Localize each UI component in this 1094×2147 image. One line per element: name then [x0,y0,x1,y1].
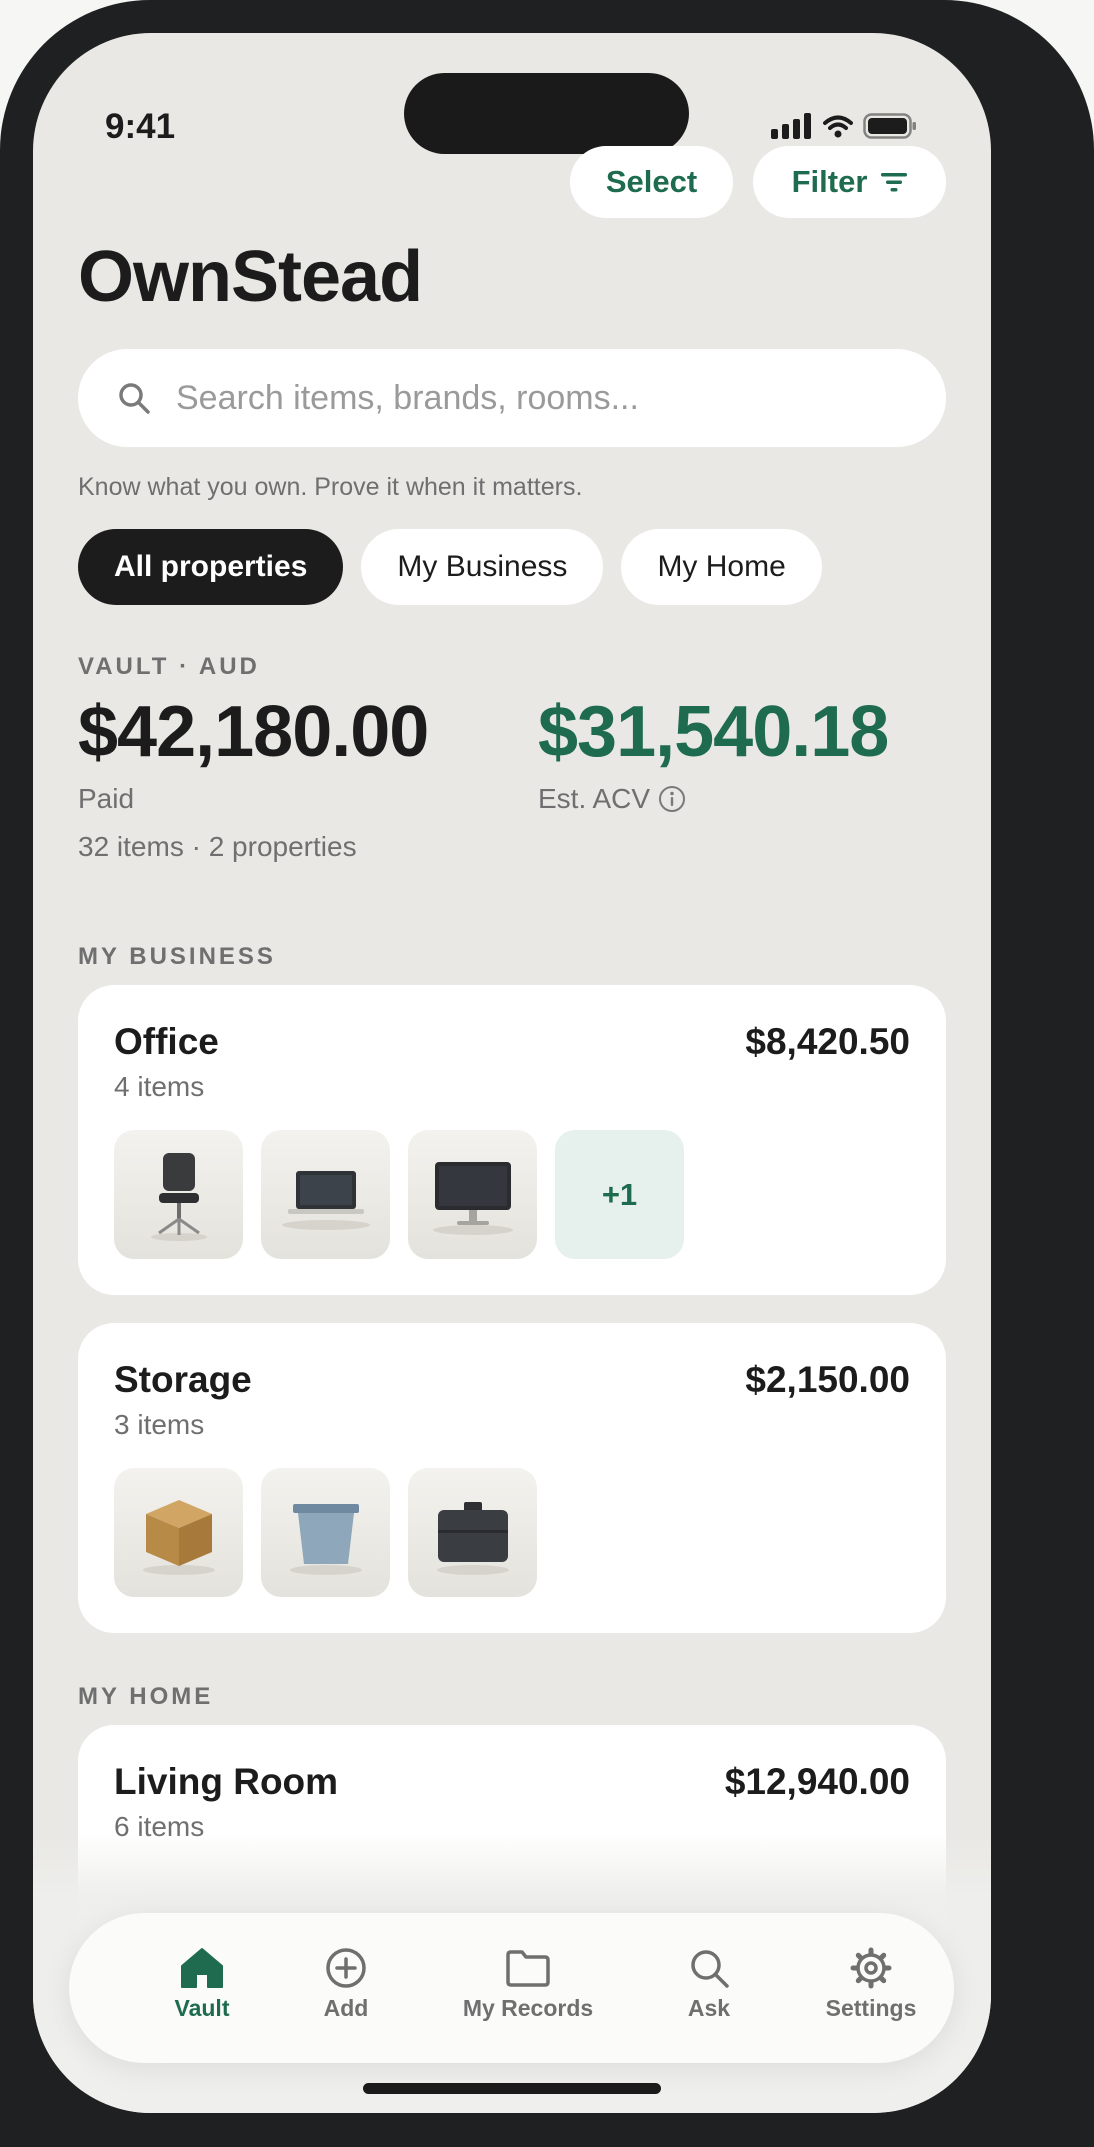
search-icon [119,383,150,414]
paid-label: Paid [78,783,135,814]
room-card-office[interactable]: Office 4 items $8,420.50 +1 [78,985,946,1295]
tab-label: My Records [462,1995,594,2021]
app-title: OwnStead [78,237,423,317]
home-icon [181,1948,223,1988]
tab-bar: Vault Add My Records Ask Settings [69,1913,954,2063]
dynamic-island [404,73,689,154]
filter-button-label: Filter [791,164,868,199]
item-thumbnail[interactable] [261,1130,390,1259]
search-icon [691,1950,729,1988]
room-value: $12,940.00 [724,1761,910,1802]
chip-all-properties[interactable]: All properties [78,529,344,605]
plus-circle-icon [326,1948,366,1988]
signal-icon [771,113,811,139]
item-thumbnail[interactable] [261,1468,390,1597]
wifi-icon [823,115,853,138]
more-items-badge[interactable]: +1 [555,1130,684,1259]
folder-icon [506,1950,550,1987]
acv-label: Est. ACV [538,783,651,814]
section-title-my-business: MY BUSINESS [78,943,276,970]
tab-label: Add [323,1995,369,2021]
vault-summary: 32 items · 2 properties [78,831,357,862]
property-filter-chips: All properties My Business My Home [78,529,822,605]
search-input[interactable] [174,377,898,419]
chip-my-home[interactable]: My Home [621,529,822,605]
monitor-icon [432,1161,513,1235]
select-button-label: Select [605,164,698,199]
info-icon[interactable] [658,785,686,813]
item-thumbnail[interactable] [114,1468,243,1597]
status-icons [771,113,917,139]
chip-my-business[interactable]: My Business [361,529,604,605]
home-indicator [363,2083,661,2094]
item-thumbnail[interactable] [114,1130,243,1259]
room-thumbnails [114,1468,537,1597]
office-chair-icon [150,1152,207,1241]
laptop-icon [281,1170,370,1230]
filter-icon [881,173,908,192]
room-item-count: 3 items [114,1409,205,1440]
battery-icon [863,113,916,139]
acv-label-row: Est. ACV [538,783,686,815]
device-frame: 9:41 Select Filter OwnStead Search items… [0,0,1094,2147]
app-screen: 9:41 Select Filter OwnStead Search items… [33,33,991,2113]
tab-ask[interactable]: Ask [634,1947,784,2022]
room-name: Living Room [114,1761,339,1802]
search-bar[interactable] [78,349,946,447]
room-value: $8,420.50 [745,1021,910,1062]
room-value: $2,150.00 [745,1359,910,1400]
tab-label: Ask [687,1995,731,2021]
item-thumbnail[interactable] [408,1130,537,1259]
room-thumbnails: +1 [114,1130,684,1259]
room-card-storage[interactable]: Storage 3 items $2,150.00 [78,1323,946,1633]
toolbox-icon [436,1501,509,1575]
tab-settings[interactable]: Settings [796,1947,946,2022]
room-name: Office [114,1021,219,1062]
gear-icon [850,1947,892,1989]
room-name: Storage [114,1359,252,1400]
tab-label: Vault [174,1995,230,2021]
tab-add[interactable]: Add [271,1947,421,2022]
cardboard-box-icon [142,1499,215,1575]
select-button[interactable]: Select [570,146,733,218]
item-thumbnail[interactable] [408,1468,537,1597]
section-title-my-home: MY HOME [78,1683,214,1710]
room-item-count: 4 items [114,1071,205,1102]
vault-label: VAULT · AUD [78,653,260,680]
tagline: Know what you own. Prove it when it matt… [78,473,583,501]
tab-vault[interactable]: Vault [127,1947,277,2022]
status-time: 9:41 [105,107,176,146]
acv-total: $31,540.18 [538,692,889,772]
tab-my-records[interactable]: My Records [453,1947,603,2022]
tab-label: Settings [825,1995,917,2021]
storage-bin-icon [289,1503,362,1575]
paid-total: $42,180.00 [78,692,429,772]
filter-button[interactable]: Filter [753,146,946,218]
